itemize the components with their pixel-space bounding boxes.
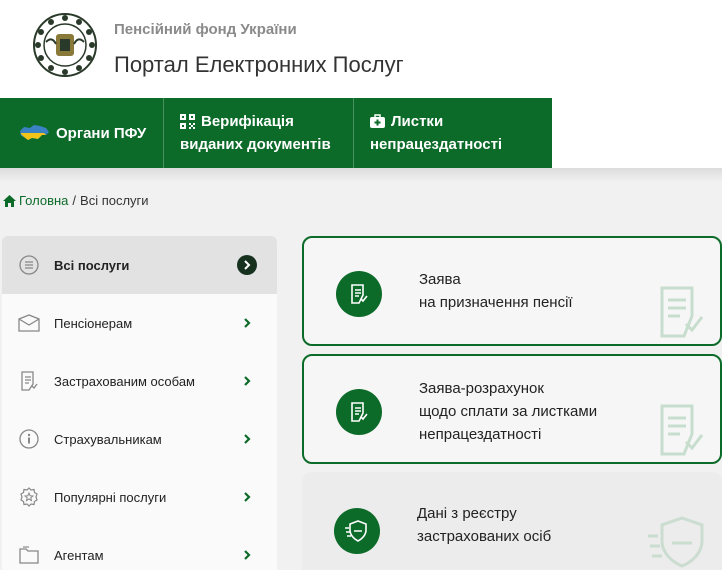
service-card-pension-application[interactable]: Заява на призначення пенсії bbox=[302, 236, 722, 346]
folder-icon bbox=[18, 544, 40, 566]
shield-fast-icon bbox=[334, 508, 380, 554]
pfu-emblem-icon[interactable] bbox=[32, 12, 98, 78]
application-form-watermark-icon bbox=[660, 404, 704, 456]
sidebar-item-insured-persons[interactable]: Застрахованим особам bbox=[2, 352, 277, 410]
qr-code-icon bbox=[180, 114, 195, 129]
sidebar-item-pensioners[interactable]: Пенсіонерам bbox=[2, 294, 277, 352]
application-form-icon bbox=[336, 271, 382, 317]
nav-item-label: Органи ПФУ bbox=[56, 124, 147, 142]
breadcrumb-home-link[interactable]: Головна bbox=[3, 193, 68, 208]
breadcrumb: Головна / Всі послуги bbox=[3, 193, 149, 208]
chevron-right-icon bbox=[244, 318, 251, 328]
sidebar-item-policyholders[interactable]: Страхувальникам bbox=[2, 410, 277, 468]
envelope-icon bbox=[18, 312, 40, 334]
chevron-right-circle-icon bbox=[237, 255, 257, 275]
sidebar-item-all-services[interactable]: Всі послуги bbox=[2, 236, 277, 294]
ukraine-map-icon bbox=[20, 125, 49, 140]
nav-item-sick-leave[interactable]: Листки непрацездатності bbox=[354, 98, 524, 168]
shield-fast-watermark-icon bbox=[648, 516, 704, 568]
top-navigation: Органи ПФУ Верифікація виданих документі… bbox=[0, 98, 722, 168]
badge-star-icon bbox=[18, 486, 40, 508]
nav-bar: Органи ПФУ Верифікація виданих документі… bbox=[0, 98, 552, 168]
portal-title: Портал Електронних Послуг bbox=[114, 52, 404, 77]
nav-item-label-line2: виданих документів bbox=[180, 136, 331, 153]
card-title-line2: щодо сплати за листками bbox=[419, 403, 598, 420]
service-card-sick-leave-payment[interactable]: Заява-розрахунок щодо сплати за листками… bbox=[302, 354, 722, 464]
list-icon bbox=[18, 254, 40, 276]
sidebar-item-agents[interactable]: Агентам bbox=[2, 526, 277, 570]
sidebar-item-label: Пенсіонерам bbox=[54, 315, 133, 331]
breadcrumb-current: Всі послуги bbox=[80, 193, 149, 208]
nav-item-label-line1: Листки bbox=[391, 113, 444, 130]
org-name: Пенсійний фонд України bbox=[114, 21, 297, 38]
card-title-line1: Заява bbox=[419, 271, 461, 288]
chevron-right-icon bbox=[244, 550, 251, 560]
nav-shadow bbox=[0, 168, 722, 182]
application-form-icon bbox=[336, 389, 382, 435]
service-card-insured-registry[interactable]: Дані з реєстру застрахованих осіб bbox=[302, 472, 722, 570]
card-title-line2: застрахованих осіб bbox=[417, 528, 552, 545]
site-header: Пенсійний фонд України Портал Електронни… bbox=[0, 0, 722, 98]
sidebar-item-label: Агентам bbox=[54, 547, 104, 563]
document-icon bbox=[18, 370, 40, 392]
sidebar-item-popular-services[interactable]: Популярні послуги bbox=[2, 468, 277, 526]
sidebar-item-label: Страхувальникам bbox=[54, 431, 162, 447]
nav-item-pfu-offices[interactable]: Органи ПФУ bbox=[0, 98, 164, 168]
breadcrumb-home-label: Головна bbox=[19, 193, 69, 208]
card-title-line1: Заява-розрахунок bbox=[419, 380, 544, 397]
card-title-line1: Дані з реєстру bbox=[417, 505, 517, 522]
chevron-right-icon bbox=[244, 376, 251, 386]
sidebar-item-label: Всі послуги bbox=[54, 257, 130, 273]
chevron-right-icon bbox=[244, 434, 251, 444]
info-icon bbox=[18, 428, 40, 450]
breadcrumb-separator: / bbox=[72, 193, 77, 208]
medical-kit-icon bbox=[370, 114, 385, 128]
sidebar-item-label: Застрахованим особам bbox=[54, 373, 195, 389]
home-icon bbox=[3, 194, 16, 207]
sidebar-item-label: Популярні послуги bbox=[54, 489, 167, 505]
card-title-line2: на призначення пенсії bbox=[419, 294, 573, 311]
nav-item-label-line2: непрацездатності bbox=[370, 136, 503, 153]
nav-item-label-line1: Верифікація bbox=[201, 113, 294, 130]
chevron-right-icon bbox=[244, 492, 251, 502]
nav-item-verification[interactable]: Верифікація виданих документів bbox=[164, 98, 354, 168]
application-form-watermark-icon bbox=[660, 286, 704, 338]
services-sidebar: Всі послуги Пенсіонерам Застрахованим ос… bbox=[2, 236, 277, 570]
card-title-line3: непрацездатності bbox=[419, 426, 542, 443]
